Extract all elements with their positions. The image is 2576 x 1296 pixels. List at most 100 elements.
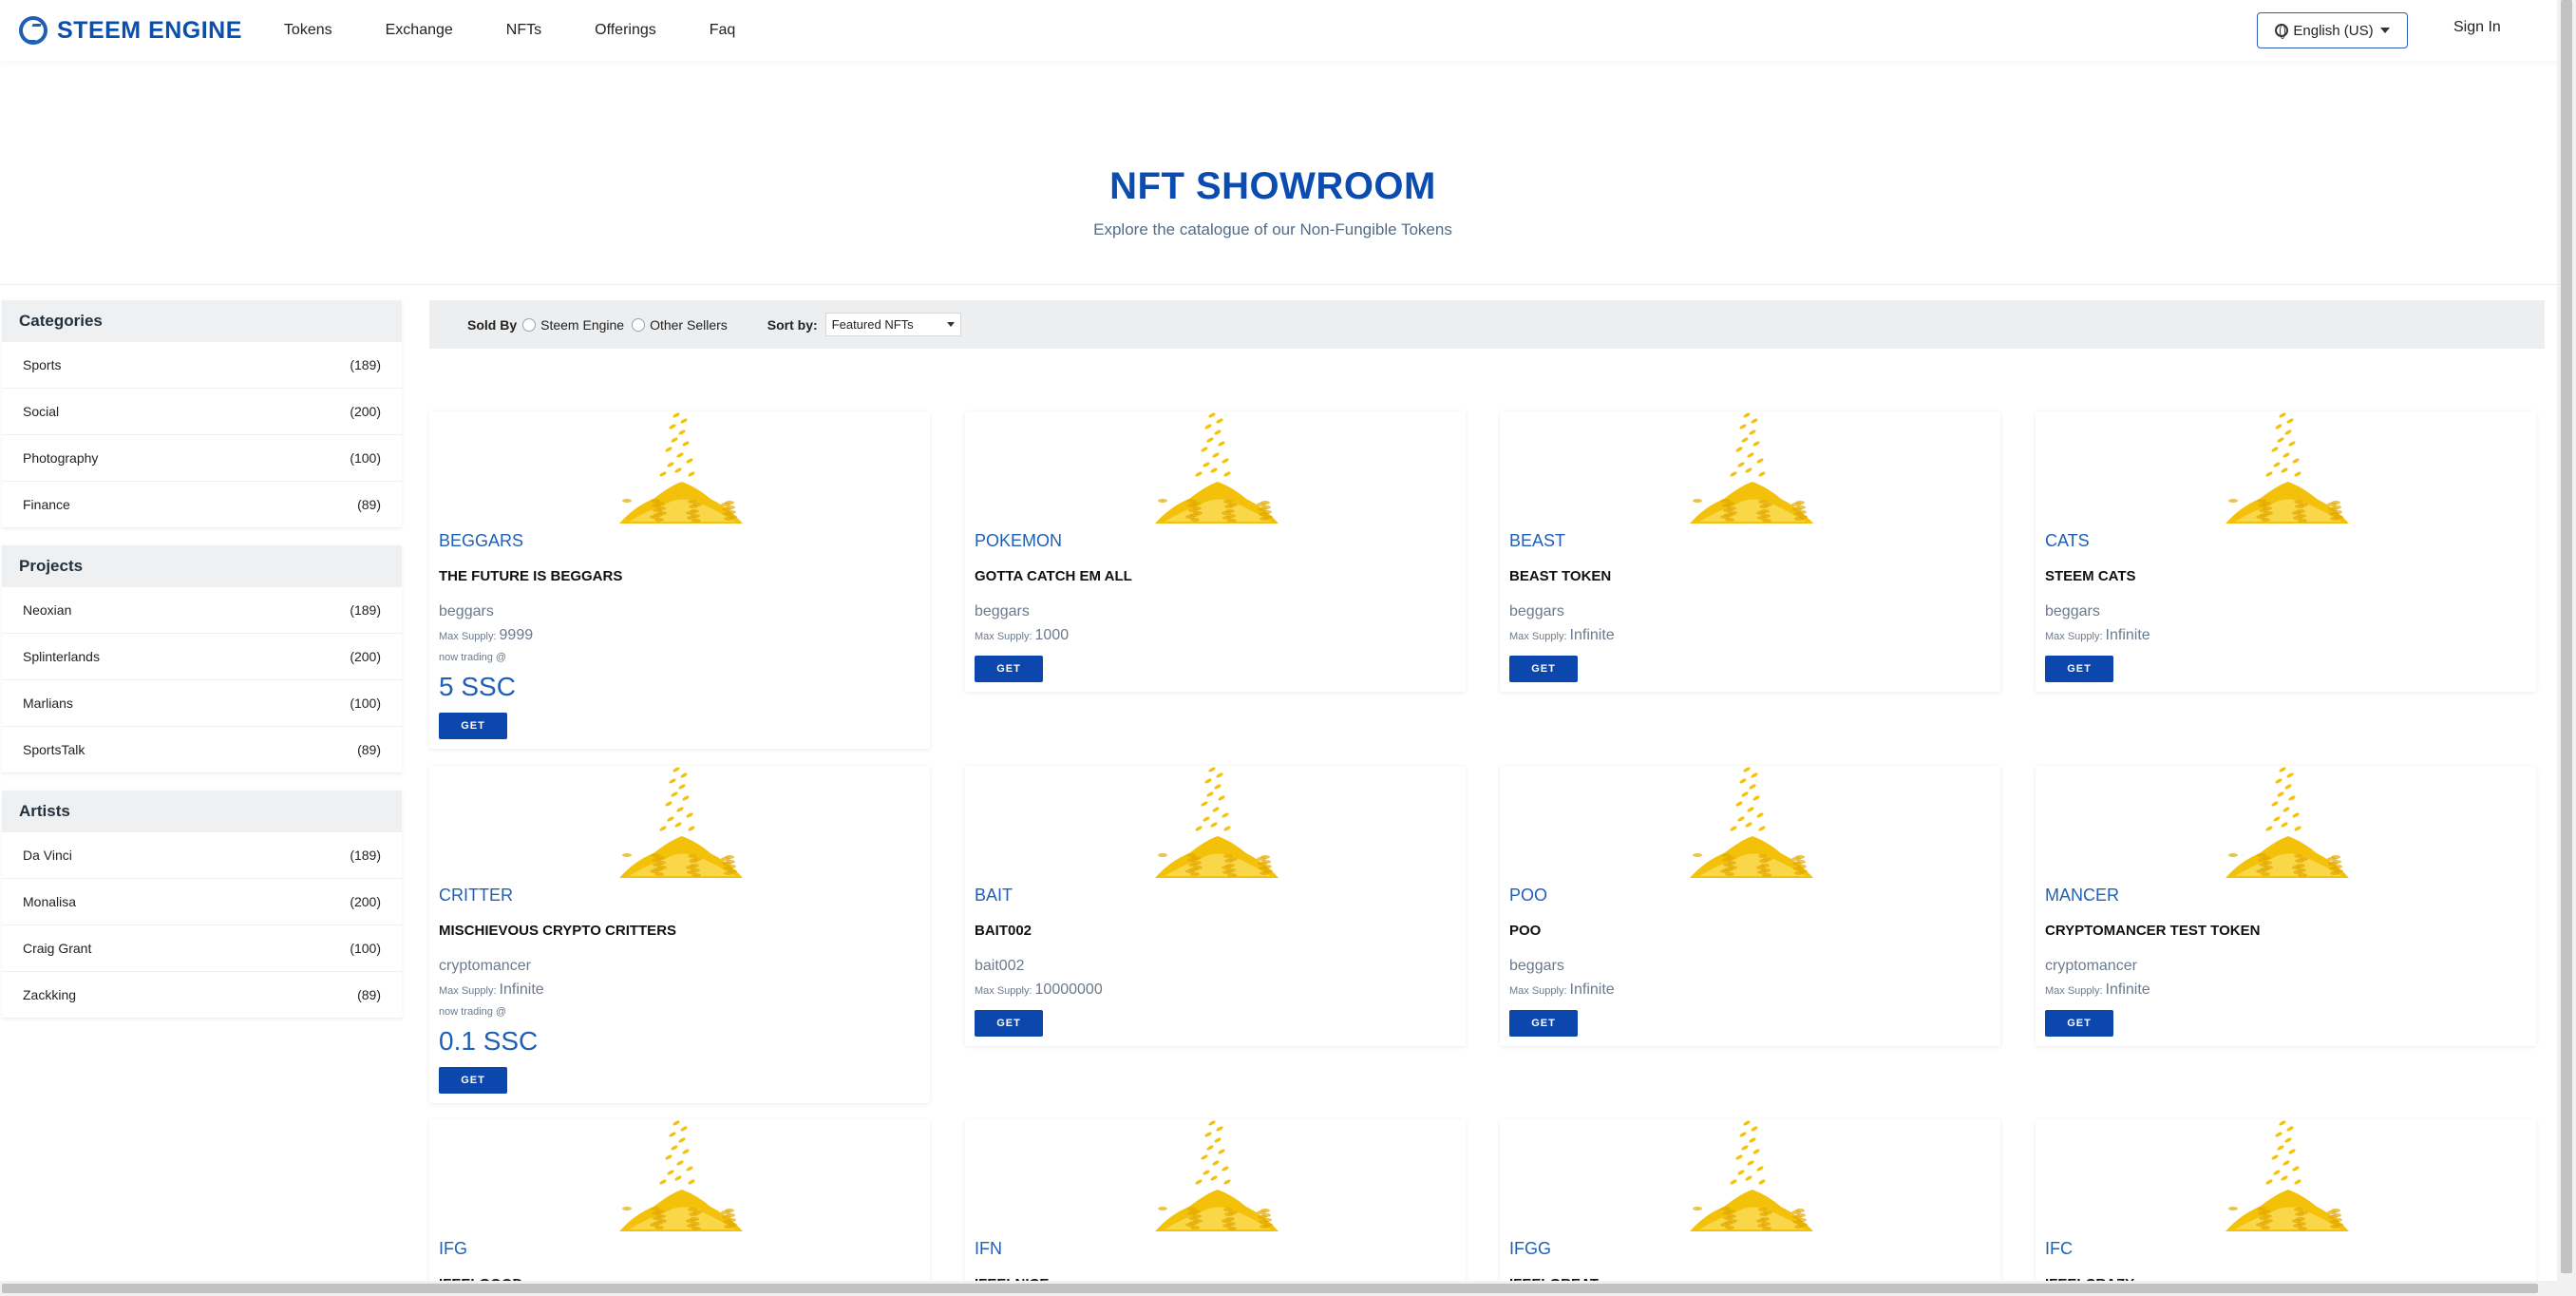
sidebar-item-label: Marlians <box>23 696 73 711</box>
token-name: BEAST TOKEN <box>1509 568 1612 584</box>
nft-card: BEAST BEAST TOKEN beggars Max Supply: Infini… <box>1500 411 2000 692</box>
nft-image[interactable] <box>1500 1119 2000 1237</box>
token-issuer: beggars <box>439 603 494 619</box>
sidebar-item-photography[interactable]: Photography (100) <box>2 435 402 482</box>
token-symbol-link[interactable]: IFG <box>439 1237 920 1260</box>
nft-image[interactable] <box>965 1119 1466 1237</box>
nft-image[interactable] <box>429 766 930 884</box>
token-symbol-link[interactable]: IFC <box>2045 1237 2527 1260</box>
coin-pile-icon <box>1155 412 1279 524</box>
brand-name: STEEM ENGINE <box>57 16 242 44</box>
token-symbol-link[interactable]: IFN <box>975 1237 1456 1260</box>
token-name: MISCHIEVOUS CRYPTO CRITTERS <box>439 923 677 939</box>
sidebar-item-label: Sports <box>23 357 62 372</box>
nft-image[interactable] <box>429 1119 930 1237</box>
nft-image[interactable] <box>2036 1119 2536 1237</box>
language-dropdown[interactable]: English (US) <box>2257 12 2408 48</box>
max-supply: Max Supply: Infinite <box>1509 627 1991 646</box>
coin-pile-icon <box>1155 767 1279 878</box>
nft-image[interactable] <box>1500 766 2000 884</box>
sidebar-item-finance[interactable]: Finance (89) <box>2 482 402 528</box>
filter-bar: Sold By Steem Engine Other Sellers Sort … <box>429 300 2545 349</box>
sort-select[interactable]: Featured NFTs <box>824 313 961 336</box>
token-symbol-link[interactable]: BAIT <box>975 884 1456 906</box>
get-button[interactable]: GET <box>975 1010 1043 1037</box>
get-button[interactable]: GET <box>439 1067 507 1094</box>
sidebar-item-label: SportsTalk <box>23 742 85 757</box>
sidebar-item-sports[interactable]: Sports (189) <box>2 342 402 389</box>
sidebar-item-zackking[interactable]: Zackking (89) <box>2 972 402 1019</box>
get-button[interactable]: GET <box>2045 1010 2113 1037</box>
token-symbol-link[interactable]: BEAST <box>1509 529 1991 552</box>
sidebar-item-craig-grant[interactable]: Craig Grant (100) <box>2 925 402 972</box>
get-button[interactable]: GET <box>439 713 507 739</box>
nft-image[interactable] <box>2036 411 2536 529</box>
card-body: POO POO beggars Max Supply: Infinite GET <box>1500 884 2000 1046</box>
globe-icon <box>2275 24 2289 39</box>
sold-by-label: Sold By <box>467 316 518 333</box>
coin-pile-icon <box>619 1120 743 1231</box>
vertical-scrollbar[interactable] <box>2557 0 2576 1296</box>
sidebar-item-marlians[interactable]: Marlians (100) <box>2 680 402 727</box>
sign-in-link[interactable]: Sign In <box>2453 19 2501 36</box>
scrollbar-thumb[interactable] <box>2 1284 2538 1293</box>
horizontal-scrollbar[interactable] <box>0 1281 2557 1296</box>
sidebar-item-neoxian[interactable]: Neoxian (189) <box>2 587 402 634</box>
coin-pile-icon <box>619 767 743 878</box>
scrollbar-thumb[interactable] <box>2561 0 2572 1273</box>
page-subtitle: Explore the catalogue of our Non-Fungibl… <box>1093 220 1452 238</box>
coin-pile-icon <box>1155 1120 1279 1231</box>
nav-link-faq[interactable]: Faq <box>710 22 736 39</box>
nav-link-offerings[interactable]: Offerings <box>595 22 656 39</box>
get-button[interactable]: GET <box>975 656 1043 682</box>
hero-section: NFT SHOWROOM Explore the catalogue of ou… <box>0 61 2557 285</box>
get-button[interactable]: GET <box>1509 656 1578 682</box>
token-symbol-link[interactable]: BEGGARS <box>439 529 920 552</box>
token-symbol-link[interactable]: POO <box>1509 884 1991 906</box>
sidebar-item-label: Craig Grant <box>23 941 92 956</box>
nav-link-nfts[interactable]: NFTs <box>506 22 541 39</box>
token-issuer: beggars <box>2045 603 2100 619</box>
sidebar-item-sportstalk[interactable]: SportsTalk (89) <box>2 727 402 773</box>
token-name: GOTTA CATCH EM ALL <box>975 568 1132 584</box>
page: STEEM ENGINE Tokens Exchange NFTs Offeri… <box>0 0 2576 1296</box>
sidebar-item-monalisa[interactable]: Monalisa (200) <box>2 879 402 925</box>
nft-image[interactable] <box>965 411 1466 529</box>
coin-pile-icon <box>2226 412 2349 524</box>
get-button[interactable]: GET <box>1509 1010 1578 1037</box>
sidebar-item-da-vinci[interactable]: Da Vinci (189) <box>2 832 402 879</box>
token-issuer: cryptomancer <box>2045 958 2137 974</box>
token-issuer: bait002 <box>975 958 1025 974</box>
coin-pile-icon <box>619 412 743 524</box>
nft-image[interactable] <box>965 766 1466 884</box>
nft-image[interactable] <box>1500 411 2000 529</box>
language-label: English (US) <box>2293 22 2374 39</box>
max-supply-label: Max Supply: <box>439 985 497 997</box>
max-supply: Max Supply: Infinite <box>1509 982 1991 1001</box>
sidebar-item-social[interactable]: Social (200) <box>2 389 402 435</box>
nft-image[interactable] <box>429 411 930 529</box>
sidebar-item-count: (189) <box>350 357 381 372</box>
token-symbol-link[interactable]: POKEMON <box>975 529 1456 552</box>
max-supply-value: Infinite <box>1569 627 1615 643</box>
token-symbol-link[interactable]: CATS <box>2045 529 2527 552</box>
nft-image[interactable] <box>2036 766 2536 884</box>
radio-other-sellers[interactable]: Other Sellers <box>632 317 728 333</box>
max-supply-label: Max Supply: <box>439 631 497 642</box>
sidebar-item-count: (100) <box>350 450 381 466</box>
nav-link-tokens[interactable]: Tokens <box>284 22 332 39</box>
max-supply-label: Max Supply: <box>2045 985 2103 997</box>
coin-pile-icon <box>2226 1120 2349 1231</box>
radio-steem-engine[interactable]: Steem Engine <box>522 317 624 333</box>
get-button[interactable]: GET <box>2045 656 2113 682</box>
token-symbol-link[interactable]: CRITTER <box>439 884 920 906</box>
top-navbar: STEEM ENGINE Tokens Exchange NFTs Offeri… <box>0 0 2557 61</box>
sidebar-item-count: (189) <box>350 602 381 618</box>
brand-logo[interactable]: STEEM ENGINE <box>19 0 242 61</box>
sidebar-item-splinterlands[interactable]: Splinterlands (200) <box>2 634 402 680</box>
nft-card: IFCIFEELCRAZYlion200 <box>2036 1119 2536 1296</box>
token-symbol-link[interactable]: MANCER <box>2045 884 2527 906</box>
radio-circle-icon <box>632 317 646 332</box>
token-symbol-link[interactable]: IFGG <box>1509 1237 1991 1260</box>
nav-link-exchange[interactable]: Exchange <box>386 22 453 39</box>
